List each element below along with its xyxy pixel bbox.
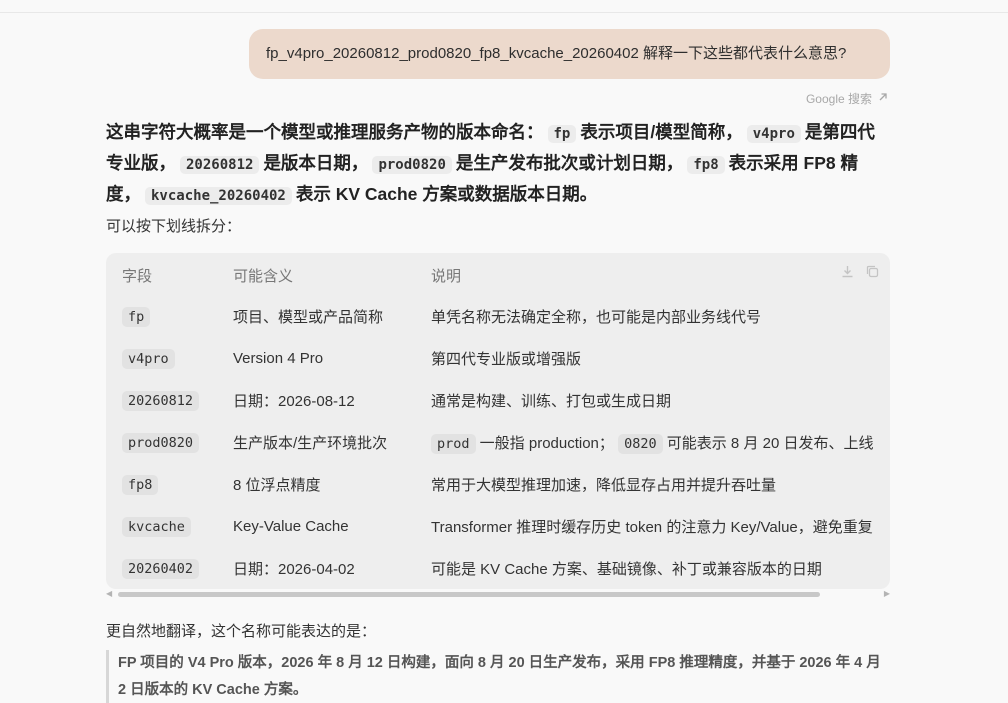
inline-code: fp8 xyxy=(687,156,725,174)
field-cell: kvcache xyxy=(106,505,233,547)
table-row: 20260812 日期：2026-08-12 通常是构建、训练、打包或生成日期 xyxy=(106,379,890,421)
note-code: 0820 xyxy=(618,433,663,454)
scroll-right-icon[interactable]: ▶ xyxy=(884,590,890,598)
table-row: v4pro Version 4 Pro 第四代专业版或增强版 xyxy=(106,337,890,379)
lead-text: 是版本日期， xyxy=(263,153,369,173)
field-code: 20260402 xyxy=(122,558,200,579)
fields-table-container: 字段 可能含义 说明 fp 项目、模型或产品简称 单凭名称无法确定全称，也可能是内部… xyxy=(106,253,890,589)
table-row: 20260402 日期：2026-04-02 可能是 KV Cache 方案、基础镜… xyxy=(106,547,890,589)
field-cell: v4pro xyxy=(106,337,233,379)
table-actions xyxy=(840,264,880,284)
answer-lead-paragraph: 这串字符大概率是一个模型或推理服务产物的版本命名： fp 表示项目/模型简称， v4p… xyxy=(106,118,888,211)
meaning-cell: 项目、模型或产品简称 xyxy=(233,308,384,326)
table-horizontal-scrollbar[interactable]: ◀ ▶ xyxy=(106,590,890,598)
meaning-cell: 8 位浮点精度 xyxy=(233,476,321,494)
arrow-up-right-icon xyxy=(877,91,889,106)
note-cell: 通常是构建、训练、打包或生成日期 xyxy=(431,379,890,421)
copy-icon[interactable] xyxy=(865,264,880,284)
lead-text: 表示 KV Cache 方案或数据版本日期。 xyxy=(295,184,598,204)
field-code: v4pro xyxy=(122,348,175,369)
meaning-cell: 日期：2026-08-12 xyxy=(233,392,355,410)
field-code: fp xyxy=(122,306,151,327)
natural-translation-label: 更自然地翻译，这个名称可能表达的是： xyxy=(106,623,377,640)
header-meaning: 可能含义 xyxy=(233,267,294,285)
lead-text: 是生产发布批次或计划日期， xyxy=(455,153,684,173)
header-note: 说明 xyxy=(431,267,462,285)
table-row: prod0820 生产版本/生产环境批次 prod 一般指 production； … xyxy=(106,421,890,463)
translation-blockquote: FP 项目的 V4 Pro 版本，2026 年 8 月 12 日构建，面向 8 … xyxy=(106,650,888,703)
inline-code: prod0820 xyxy=(372,156,452,174)
note-text: 一般指 production； xyxy=(475,434,619,452)
table-row: fp8 8 位浮点精度 常用于大模型推理加速，降低显存占用并提升吞吐量 xyxy=(106,463,890,505)
google-search-label: Google 搜索 xyxy=(805,92,872,106)
note-cell: 常用于大模型推理加速，降低显存占用并提升吞吐量 xyxy=(431,463,890,505)
lead-text: 这串字符大概率是一个模型或推理服务产物的版本命名： xyxy=(106,122,544,142)
fields-table: 字段 可能含义 说明 fp 项目、模型或产品简称 单凭名称无法确定全称，也可能是内部… xyxy=(106,253,890,589)
field-code: 20260812 xyxy=(122,390,200,411)
note-text: 单凭名称无法确定全称，也可能是内部业务线代号 xyxy=(431,308,762,326)
inline-code: fp xyxy=(547,125,577,143)
user-message-bubble: fp_v4pro_20260812_prod0820_fp8_kvcache_2… xyxy=(249,29,890,79)
inline-code: kvcache_20260402 xyxy=(145,187,292,205)
note-cell: Transformer 推理时缓存历史 token 的注意力 Key/Value… xyxy=(431,505,890,547)
note-cell: prod 一般指 production； 0820 可能表示 8 月 20 日发… xyxy=(431,421,890,463)
inline-code: v4pro xyxy=(746,125,801,143)
table-row: fp 项目、模型或产品简称 单凭名称无法确定全称，也可能是内部业务线代号 xyxy=(106,295,890,337)
note-text: 第四代专业版或增强版 xyxy=(431,350,582,368)
note-cell: 可能是 KV Cache 方案、基础镜像、补丁或兼容版本的日期 xyxy=(431,547,890,589)
note-cell: 第四代专业版或增强版 xyxy=(431,337,890,379)
table-header-row: 字段 可能含义 说明 xyxy=(106,253,890,295)
download-icon[interactable] xyxy=(840,264,855,284)
note-text: 常用于大模型推理加速，降低显存占用并提升吞吐量 xyxy=(431,476,777,494)
field-cell: 20260402 xyxy=(106,547,233,589)
field-code: kvcache xyxy=(122,516,191,537)
field-cell: fp8 xyxy=(106,463,233,505)
note-text: 可能是 KV Cache 方案、基础镜像、补丁或兼容版本的日期 xyxy=(431,560,822,578)
scrollbar-thumb[interactable] xyxy=(118,592,820,597)
lead-text: 表示项目/模型简称， xyxy=(580,122,743,142)
user-message-text: fp_v4pro_20260812_prod0820_fp8_kvcache_2… xyxy=(266,45,847,62)
field-cell: 20260812 xyxy=(106,379,233,421)
header-field: 字段 xyxy=(122,267,153,285)
field-code: fp8 xyxy=(122,474,159,495)
note-text: 可能表示 8 月 20 日发布、上线 xyxy=(662,434,874,452)
scroll-left-icon[interactable]: ◀ xyxy=(106,590,112,598)
top-divider xyxy=(0,12,1008,13)
table-row: kvcache Key-Value Cache Transformer 推理时缓存历… xyxy=(106,505,890,547)
note-cell: 单凭名称无法确定全称，也可能是内部业务线代号 xyxy=(431,295,890,337)
field-cell: fp xyxy=(106,295,233,337)
field-code: prod0820 xyxy=(122,432,200,453)
field-cell: prod0820 xyxy=(106,421,233,463)
google-search-link[interactable]: Google 搜索 xyxy=(806,90,889,107)
meaning-cell: Version 4 Pro xyxy=(233,349,324,367)
split-note: 可以按下划线拆分： xyxy=(106,218,242,235)
note-text: 通常是构建、训练、打包或生成日期 xyxy=(431,392,672,410)
note-text: Transformer 推理时缓存历史 token 的注意力 Key/Value… xyxy=(431,518,873,536)
meaning-cell: Key-Value Cache xyxy=(233,517,349,535)
inline-code: 20260812 xyxy=(180,156,260,174)
meaning-cell: 日期：2026-04-02 xyxy=(233,560,355,578)
meaning-cell: 生产版本/生产环境批次 xyxy=(233,434,388,452)
note-code: prod xyxy=(431,433,476,454)
